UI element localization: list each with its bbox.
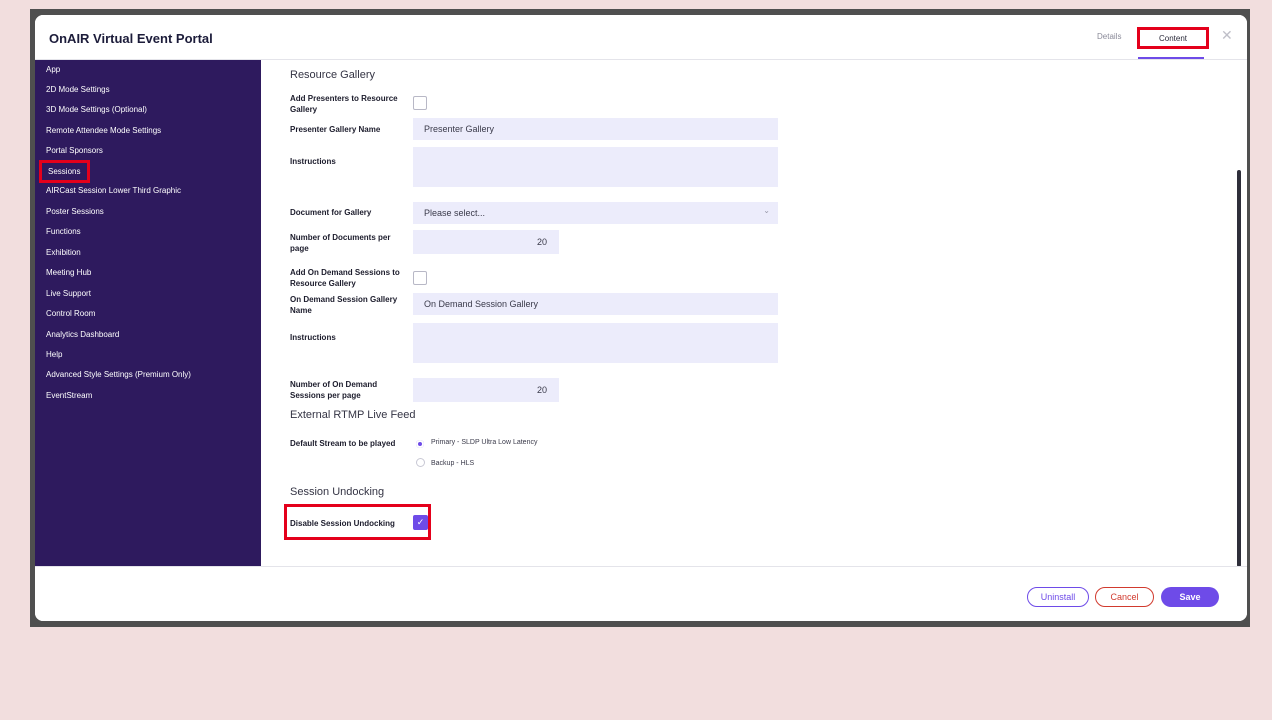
presenter-gallery-name-input[interactable]: Presenter Gallery bbox=[413, 118, 778, 140]
cancel-button[interactable]: Cancel bbox=[1095, 587, 1154, 607]
sidebar-item-3d-mode-settings[interactable]: 3D Mode Settings (Optional) bbox=[46, 105, 147, 114]
sidebar-item-app[interactable]: App bbox=[46, 65, 60, 74]
sidebar: App 2D Mode Settings 3D Mode Settings (O… bbox=[35, 60, 261, 566]
section-heading-resource-gallery: Resource Gallery bbox=[290, 69, 375, 81]
on-demand-gallery-name-label: On Demand Session Gallery Name bbox=[290, 295, 398, 315]
modal-header: OnAIR Virtual Event Portal Details Conte… bbox=[35, 15, 1247, 60]
instructions-label: Instructions bbox=[290, 157, 336, 166]
sidebar-item-eventstream[interactable]: EventStream bbox=[46, 391, 92, 400]
default-stream-label: Default Stream to be played bbox=[290, 439, 396, 448]
sidebar-item-aircast-lower-third[interactable]: AIRCast Session Lower Third Graphic bbox=[46, 186, 181, 195]
add-presenters-checkbox[interactable] bbox=[413, 96, 427, 110]
add-presenters-label: Add Presenters to Resource Gallery bbox=[290, 94, 398, 114]
disable-undocking-checkbox[interactable]: ✓ bbox=[413, 515, 428, 530]
sidebar-item-advanced-style[interactable]: Advanced Style Settings (Premium Only) bbox=[46, 370, 191, 379]
close-icon[interactable]: ✕ bbox=[1221, 27, 1233, 44]
document-for-gallery-select[interactable]: Please select... ⌄ bbox=[413, 202, 778, 224]
disable-undocking-label: Disable Session Undocking bbox=[290, 519, 395, 528]
chevron-down-icon: ⌄ bbox=[763, 206, 770, 215]
on-demand-per-page-input[interactable]: 20 bbox=[413, 378, 559, 402]
modal-title: OnAIR Virtual Event Portal bbox=[49, 31, 213, 46]
tab-content[interactable]: Content bbox=[1137, 27, 1209, 49]
radio-primary-label[interactable]: Primary - SLDP Ultra Low Latency bbox=[431, 439, 537, 446]
sidebar-item-meeting-hub[interactable]: Meeting Hub bbox=[46, 268, 91, 277]
modal-footer: Uninstall Cancel Save bbox=[35, 566, 1247, 621]
on-demand-gallery-name-input[interactable]: On Demand Session Gallery bbox=[413, 293, 778, 315]
radio-primary[interactable] bbox=[416, 440, 424, 448]
sidebar-item-sessions[interactable]: Sessions bbox=[39, 160, 91, 183]
content-scrollbar[interactable] bbox=[1237, 170, 1241, 567]
tab-details[interactable]: Details bbox=[1097, 32, 1121, 41]
sidebar-item-2d-mode-settings[interactable]: 2D Mode Settings bbox=[46, 85, 110, 94]
sidebar-item-portal-sponsors[interactable]: Portal Sponsors bbox=[46, 146, 103, 155]
on-demand-per-page-label: Number of On Demand Sessions per page bbox=[290, 380, 378, 400]
uninstall-button[interactable]: Uninstall bbox=[1027, 587, 1089, 607]
sidebar-item-poster-sessions[interactable]: Poster Sessions bbox=[46, 207, 104, 216]
sidebar-item-remote-attendee[interactable]: Remote Attendee Mode Settings bbox=[46, 126, 161, 135]
docs-per-page-label: Number of Documents per page bbox=[290, 233, 391, 253]
radio-backup[interactable] bbox=[416, 458, 425, 467]
save-button[interactable]: Save bbox=[1161, 587, 1219, 607]
document-for-gallery-label: Document for Gallery bbox=[290, 208, 372, 217]
sidebar-item-functions[interactable]: Functions bbox=[46, 227, 81, 236]
settings-modal: OnAIR Virtual Event Portal Details Conte… bbox=[35, 15, 1247, 621]
presenter-gallery-name-label: Presenter Gallery Name bbox=[290, 125, 381, 134]
sidebar-item-control-room[interactable]: Control Room bbox=[46, 309, 95, 318]
instructions-textarea[interactable] bbox=[413, 147, 778, 187]
section-heading-undocking: Session Undocking bbox=[290, 486, 385, 498]
settings-content: Resource Gallery Add Presenters to Resou… bbox=[261, 60, 1241, 566]
document-select-value: Please select... bbox=[424, 208, 486, 218]
instructions-textarea-2[interactable] bbox=[413, 323, 778, 363]
add-on-demand-label: Add On Demand Sessions to Resource Galle… bbox=[290, 268, 400, 288]
sidebar-item-exhibition[interactable]: Exhibition bbox=[46, 248, 81, 257]
docs-per-page-input[interactable]: 20 bbox=[413, 230, 559, 254]
active-tab-indicator bbox=[1138, 57, 1204, 59]
section-heading-rtmp: External RTMP Live Feed bbox=[290, 409, 416, 421]
sidebar-item-help[interactable]: Help bbox=[46, 350, 62, 359]
radio-backup-label[interactable]: Backup - HLS bbox=[431, 460, 474, 467]
instructions-label-2: Instructions bbox=[290, 333, 336, 342]
sidebar-item-live-support[interactable]: Live Support bbox=[46, 289, 91, 298]
add-on-demand-checkbox[interactable] bbox=[413, 271, 427, 285]
sidebar-item-analytics-dashboard[interactable]: Analytics Dashboard bbox=[46, 330, 119, 339]
